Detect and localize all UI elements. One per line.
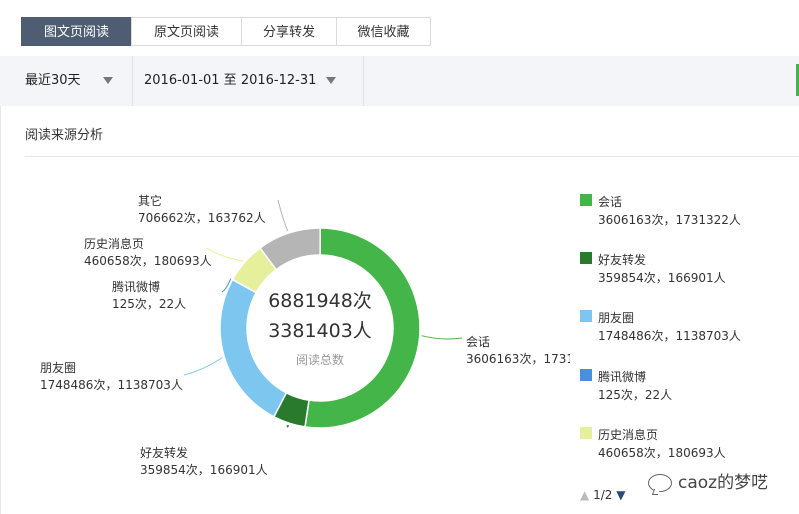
leader-line [277,199,289,232]
triangle-up-icon[interactable]: ▲ [580,488,589,502]
legend-pager: ▲ 1/2 ▼ [580,488,625,502]
legend-swatch [580,194,592,206]
legend-swatch [580,310,592,322]
filter-bar: 最近30天 2016-01-01 至 2016-12-31 [0,56,799,106]
legend-name: 朋友圈 [598,311,635,325]
watermark: caoz的梦呓 [648,468,768,493]
slice-value-label: 1748486次，1138703人 [40,378,183,392]
tab-share[interactable]: 分享转发 [241,17,337,46]
triangle-down-icon[interactable]: ▼ [616,488,625,502]
tab-bar: 图文页阅读 原文页阅读 分享转发 微信收藏 [0,0,799,57]
legend-name: 会话 [598,195,623,209]
slice-name-label: 朋友圈 [40,361,76,375]
center-total-users: 3381403人 [268,320,372,342]
legend-value: 125次，22人 [598,388,673,402]
slice-value-label: 460658次，180693人 [84,254,212,268]
chevron-down-icon [326,77,337,84]
section-title: 阅读来源分析 [25,128,104,143]
center-label: 阅读总数 [296,352,344,367]
chevron-down-icon [102,77,113,84]
legend-name: 历史消息页 [598,428,659,442]
legend-swatch [580,369,592,381]
legend-value: 1748486次，1138703人 [598,329,741,343]
tab-original-read[interactable]: 原文页阅读 [131,17,242,46]
leader-line [183,357,223,376]
legend-name: 腾讯微博 [598,370,647,384]
watermark-text: caoz的梦呓 [678,473,769,493]
slice-name-label: 腾讯微博 [112,279,160,294]
tab-article-read[interactable]: 图文页阅读 [21,17,132,46]
divider [363,56,364,106]
date-range-dropdown[interactable]: 2016-01-01 至 2016-12-31 [144,56,337,106]
divider [132,56,133,106]
donut-chart: 会话 3606163次，1731322人好友转发 359854次，166901人 朋友… [40,193,570,477]
period-dropdown[interactable]: 最近30天 [25,56,113,106]
center-total-reads: 6881948次 [268,290,372,312]
legend-value: 359854次，166901人 [598,271,726,285]
slice-value-label: 125次，22人 [112,297,186,311]
legend-value: 460658次，180693人 [598,446,726,460]
wechat-icon [648,474,672,492]
divider [25,156,799,157]
date-range-label: 2016-01-01 至 2016-12-31 [144,73,317,88]
pager-text: 1/2 [593,488,613,502]
slice-name-label: 好友转发 [140,445,188,460]
slice-value-label: 359854次，166901人 [140,463,268,477]
leader-line [286,424,289,428]
legend-swatch [580,427,592,439]
slice-name-label: 历史消息页 [84,236,144,251]
slice-value-label: 706662次，163762人 [138,211,266,225]
legend-value: 3606163次，1731322人 [598,213,741,227]
slice-value-label: 3606163次，1731322人 [466,352,570,366]
slice-name-label: 其它 [138,193,162,208]
legend-name: 好友转发 [598,253,647,267]
legend-swatch [580,252,592,264]
slice-name-label: 会话 [466,335,490,349]
leader-line [421,335,463,340]
period-label: 最近30天 [25,73,81,88]
tab-favorite[interactable]: 微信收藏 [336,17,431,46]
